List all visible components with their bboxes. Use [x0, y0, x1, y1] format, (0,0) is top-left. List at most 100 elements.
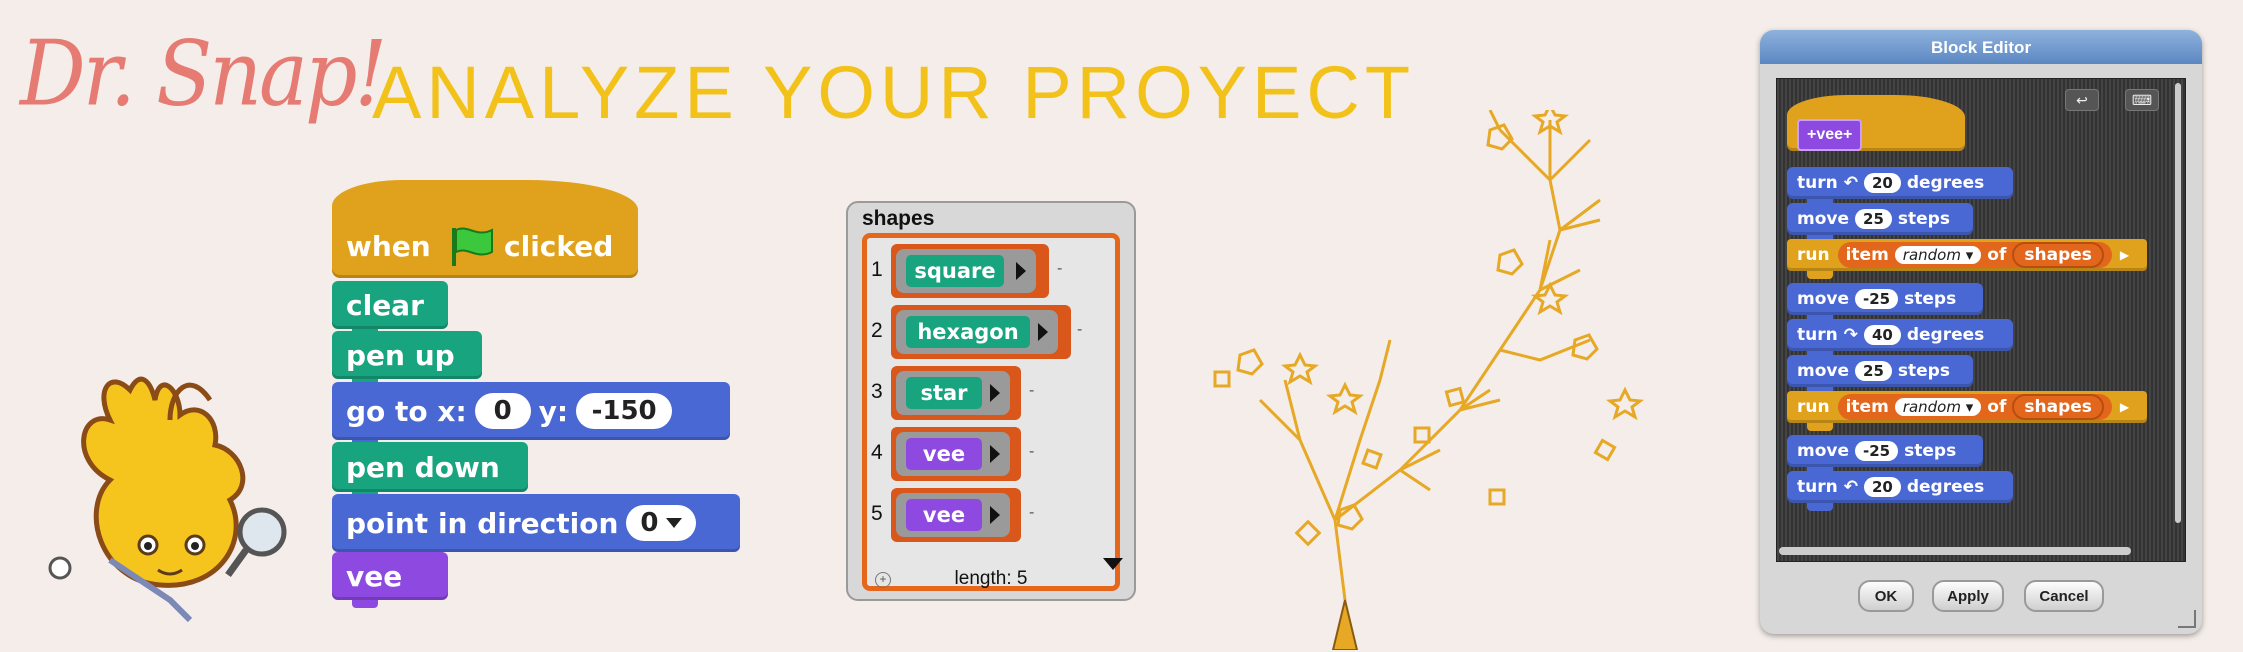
list-length: length: 5 — [954, 568, 1028, 589]
run-arrow-icon[interactable]: ▶ — [2120, 248, 2129, 262]
rotate-right-icon: ↷ — [1843, 325, 1858, 345]
move-block[interactable]: move 25 steps — [1787, 203, 1973, 243]
item-of-block[interactable]: item random ▾ of shapes — [1837, 394, 2112, 420]
random-dropdown[interactable]: random ▾ — [1894, 246, 1982, 264]
dropdown-arrow-icon[interactable] — [666, 518, 683, 528]
turn-left-block[interactable]: turn ↶ 20 degrees — [1787, 167, 2013, 207]
move-label: move — [1797, 209, 1850, 229]
editor-titlebar[interactable]: Block Editor — [1760, 30, 2202, 64]
list-item-cell[interactable]: vee — [891, 427, 1021, 481]
move-block[interactable]: move -25 steps — [1787, 283, 1983, 323]
move-block[interactable]: move 25 steps — [1787, 355, 1973, 395]
run-arrow-icon[interactable]: ▶ — [2120, 400, 2129, 414]
list-item-index: 2 — [871, 319, 883, 342]
ring-arrow-icon[interactable] — [990, 384, 1000, 402]
editor-canvas[interactable]: ↩ ⌨ +vee+ turn ↶ 20 degrees move 25 step… — [1776, 78, 2186, 562]
ring-arrow-icon[interactable] — [990, 506, 1000, 524]
list-menu-arrow-icon[interactable] — [1103, 558, 1123, 570]
list-item-cell[interactable]: hexagon — [891, 305, 1071, 359]
list-frame[interactable]: 1 square - 2 hexagon - 3 star - 4 vee - … — [862, 233, 1123, 591]
list-item-block[interactable]: vee — [906, 499, 982, 531]
item-label: item — [1845, 397, 1889, 417]
go-to-xy-block[interactable]: go to x: 0 y: -150 — [332, 382, 730, 448]
cancel-button[interactable]: Cancel — [2024, 580, 2104, 612]
x-input[interactable]: 0 — [474, 393, 531, 429]
ok-button[interactable]: OK — [1858, 580, 1914, 612]
when-flag-clicked-block[interactable]: when clicked — [332, 180, 638, 278]
run-block[interactable]: run item random ▾ of shapes ▶ — [1787, 391, 2147, 431]
pen-up-label: pen up — [346, 338, 455, 372]
run-label: run — [1797, 245, 1830, 265]
ring-arrow-icon[interactable] — [1038, 323, 1048, 341]
clicked-label: clicked — [504, 230, 614, 263]
y-input[interactable]: -150 — [576, 393, 673, 429]
go-to-x-label: go to x: — [346, 394, 467, 428]
move-label: move — [1797, 441, 1850, 461]
rotate-left-icon: ↶ — [1843, 477, 1858, 497]
list-item-block[interactable]: square — [906, 255, 1004, 287]
move-label: move — [1797, 289, 1850, 309]
rotate-left-icon: ↶ — [1843, 173, 1858, 193]
list-item-ring: square — [896, 249, 1036, 293]
block-editor-window[interactable]: Block Editor ↩ ⌨ +vee+ turn ↶ 20 degrees… — [1760, 30, 2202, 634]
item-of-block[interactable]: item random ▾ of shapes — [1837, 242, 2112, 268]
delete-item-button[interactable]: - — [1029, 443, 1034, 461]
list-watcher[interactable]: shapes 1 square - 2 hexagon - 3 star - 4… — [846, 201, 1136, 601]
when-label: when — [346, 230, 431, 263]
delete-item-button[interactable]: - — [1029, 504, 1034, 522]
mascot-body — [81, 376, 246, 623]
prototype-hat-block[interactable]: +vee+ — [1787, 95, 1965, 151]
turtle-sprite[interactable] — [1331, 599, 1359, 650]
shapes-variable[interactable]: shapes — [2012, 242, 2104, 268]
turn-right-block[interactable]: turn ↷ 40 degrees — [1787, 319, 2013, 359]
pen-up-block[interactable]: pen up — [332, 331, 482, 387]
go-to-y-label: y: — [538, 394, 569, 428]
steps-input[interactable]: -25 — [1855, 289, 1899, 309]
list-item-index: 3 — [871, 380, 883, 403]
undo-icon[interactable]: ↩ — [2065, 89, 2099, 111]
direction-input[interactable]: 0 — [626, 505, 697, 541]
list-item-cell[interactable]: star — [891, 366, 1021, 420]
vertical-scrollbar[interactable] — [2175, 83, 2181, 523]
delete-item-button[interactable]: - — [1077, 321, 1082, 339]
delete-item-button[interactable]: - — [1029, 382, 1034, 400]
random-value: random — [1902, 246, 1961, 264]
list-item-block[interactable]: vee — [906, 438, 982, 470]
clear-block[interactable]: clear — [332, 281, 448, 337]
turn-left-block[interactable]: turn ↶ 20 degrees — [1787, 471, 2013, 511]
horizontal-scrollbar[interactable] — [1779, 547, 2131, 555]
ring-arrow-icon[interactable] — [1016, 262, 1026, 280]
steps-input[interactable]: 25 — [1855, 209, 1892, 229]
list-title: shapes — [862, 207, 935, 230]
logo: Dr. Snap! — [20, 22, 387, 127]
list-item-ring: vee — [896, 432, 1010, 476]
list-item-ring: hexagon — [896, 310, 1058, 354]
shapes-variable[interactable]: shapes — [2012, 394, 2104, 420]
degrees-input[interactable]: 40 — [1863, 325, 1901, 345]
steps-input[interactable]: -25 — [1855, 441, 1899, 461]
list-item-ring: vee — [896, 493, 1010, 537]
pen-down-block[interactable]: pen down — [332, 442, 528, 500]
move-label: move — [1797, 361, 1850, 381]
list-item-cell[interactable]: square — [891, 244, 1049, 298]
apply-button[interactable]: Apply — [1932, 580, 2004, 612]
delete-item-button[interactable]: - — [1057, 260, 1062, 278]
point-label: point in direction — [346, 506, 619, 540]
degrees-input[interactable]: 20 — [1863, 173, 1901, 193]
keyboard-icon[interactable]: ⌨ — [2125, 89, 2159, 111]
list-item-block[interactable]: hexagon — [906, 316, 1030, 348]
vee-block[interactable]: vee — [332, 552, 448, 608]
degrees-input[interactable]: 20 — [1863, 477, 1901, 497]
move-block[interactable]: move -25 steps — [1787, 435, 1983, 475]
steps-input[interactable]: 25 — [1855, 361, 1892, 381]
random-dropdown[interactable]: random ▾ — [1894, 398, 1982, 416]
list-item-block[interactable]: star — [906, 377, 982, 409]
list-item-cell[interactable]: vee — [891, 488, 1021, 542]
ring-arrow-icon[interactable] — [990, 445, 1000, 463]
run-block[interactable]: run item random ▾ of shapes ▶ — [1787, 239, 2147, 279]
point-in-direction-block[interactable]: point in direction 0 — [332, 494, 740, 560]
custom-block-prototype[interactable]: +vee+ — [1797, 119, 1863, 151]
monocle-icon — [48, 556, 72, 580]
vee-label: vee — [346, 559, 403, 593]
resize-handle[interactable] — [2178, 610, 2196, 628]
